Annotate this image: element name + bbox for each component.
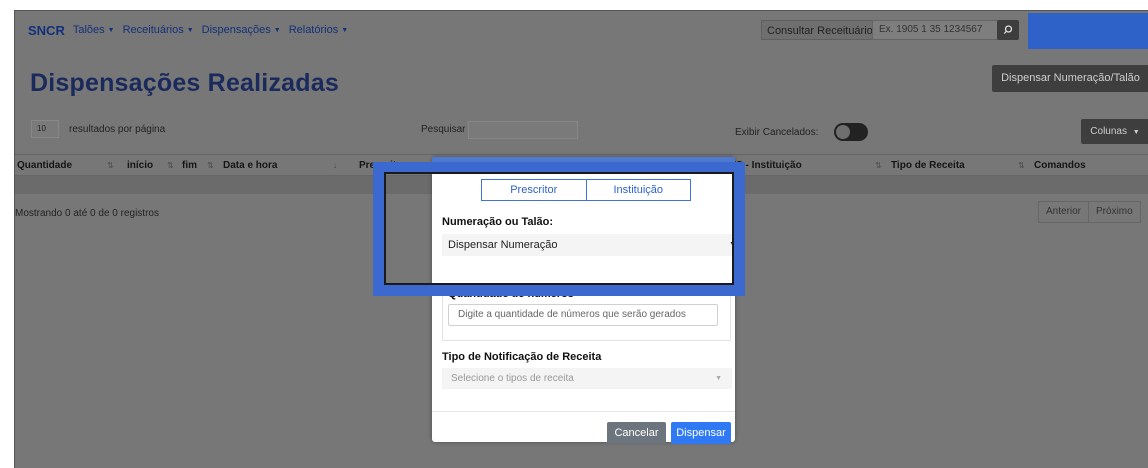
- nav-taloes-label: Talões: [72, 24, 105, 36]
- records-info: Mostrando 0 até 0 de 0 registros: [15, 208, 159, 219]
- col-comandos[interactable]: Comandos: [1034, 160, 1086, 171]
- chevron-down-icon: ▼: [715, 375, 722, 382]
- col-inicio[interactable]: início: [127, 160, 153, 171]
- pagination: Anterior Próximo: [1038, 201, 1141, 223]
- columns-button[interactable]: Colunas ▼: [1081, 119, 1148, 144]
- show-cancelled-label: Exibir Cancelados:: [735, 127, 819, 138]
- origin-segmented-control: Prescritor Instituição: [481, 179, 691, 201]
- next-page-button[interactable]: Próximo: [1088, 202, 1140, 222]
- sort-icon[interactable]: ⇅: [107, 161, 114, 170]
- redacted-user-area: [1028, 13, 1148, 49]
- caret-down-icon: ▼: [107, 26, 115, 34]
- nav-taloes[interactable]: Talões ▼: [73, 24, 115, 36]
- numeracao-value: Dispensar Numeração: [448, 239, 558, 251]
- numeracao-label: Numeração ou Talão:: [442, 216, 554, 228]
- segment-instituicao[interactable]: Instituição: [586, 179, 691, 201]
- search-button[interactable]: [997, 20, 1019, 40]
- search-label: Pesquisar: [421, 124, 466, 135]
- nav-receituarios[interactable]: Receituários ▼: [123, 24, 194, 36]
- numeracao-select[interactable]: Dispensar Numeração ▼: [442, 234, 736, 256]
- per-page-select[interactable]: 10: [31, 120, 59, 138]
- nav-dispensacoes-label: Dispensações: [201, 24, 271, 36]
- sort-desc-icon[interactable]: ↓: [333, 161, 337, 170]
- caret-down-icon: ▼: [273, 26, 281, 34]
- dispensar-numeracao-button[interactable]: Dispensar Numeração/Talão: [992, 65, 1148, 92]
- per-page-label: resultados por página: [69, 124, 166, 135]
- nav-relatorios[interactable]: Relatórios ▼: [289, 24, 348, 36]
- previous-page-button[interactable]: Anterior: [1039, 202, 1088, 222]
- tipo-receita-select[interactable]: Selecione o tipos de receita ▼: [442, 368, 732, 389]
- quantidade-input[interactable]: Digite a quantidade de números que serão…: [448, 304, 718, 326]
- search-icon: [1003, 25, 1013, 34]
- consult-label: Consultar Receituário:: [761, 20, 882, 40]
- sort-icon[interactable]: ⇅: [167, 161, 174, 170]
- col-data-hora[interactable]: Data e hora: [223, 160, 277, 171]
- modal-footer-divider: [432, 411, 735, 412]
- tipo-notificacao-label: Tipo de Notificação de Receita: [442, 351, 602, 363]
- caret-down-icon: ▼: [186, 26, 194, 34]
- col-fim[interactable]: fim: [182, 160, 197, 171]
- nav-relatorios-label: Relatórios: [288, 24, 339, 36]
- nav-receituarios-label: Receituários: [122, 24, 184, 36]
- columns-button-label: Colunas: [1090, 126, 1127, 137]
- app-window: SNCR Talões ▼ Receituários ▼ Dispensações ▼…: [14, 10, 1148, 468]
- show-cancelled-toggle[interactable]: [834, 123, 868, 141]
- col-quantidade[interactable]: Quantidade: [17, 160, 72, 171]
- sort-icon[interactable]: ⇅: [207, 161, 214, 170]
- toggle-knob: [836, 125, 850, 139]
- col-prescritor[interactable]: Prescritor: [359, 160, 406, 171]
- caret-down-icon: ▼: [1132, 129, 1140, 136]
- sort-icon[interactable]: ⇅: [1018, 161, 1025, 170]
- tipo-receita-placeholder: Selecione o tipos de receita: [451, 373, 574, 384]
- quantidade-label: Quantidade de números: [448, 288, 574, 300]
- col-tipo-receita[interactable]: Tipo de Receita: [891, 160, 965, 171]
- segment-prescritor[interactable]: Prescritor: [481, 179, 587, 201]
- page-title: Dispensações Realizadas: [30, 69, 339, 97]
- consult-input[interactable]: Ex. 1905 1 35 1234567: [872, 20, 1000, 40]
- chevron-down-icon: ▼: [729, 241, 736, 248]
- cancel-button[interactable]: Cancelar: [607, 422, 666, 444]
- sort-icon[interactable]: ⇅: [875, 161, 882, 170]
- table-search-input[interactable]: [468, 121, 578, 139]
- dispense-modal: Prescritor Instituição Numeração ou Talã…: [432, 157, 736, 444]
- nav-dispensacoes[interactable]: Dispensações ▼: [202, 24, 281, 36]
- brand-logo[interactable]: SNCR: [28, 23, 65, 38]
- modal-header: [432, 157, 735, 171]
- dispense-button[interactable]: Dispensar: [671, 422, 731, 444]
- caret-down-icon: ▼: [341, 26, 349, 34]
